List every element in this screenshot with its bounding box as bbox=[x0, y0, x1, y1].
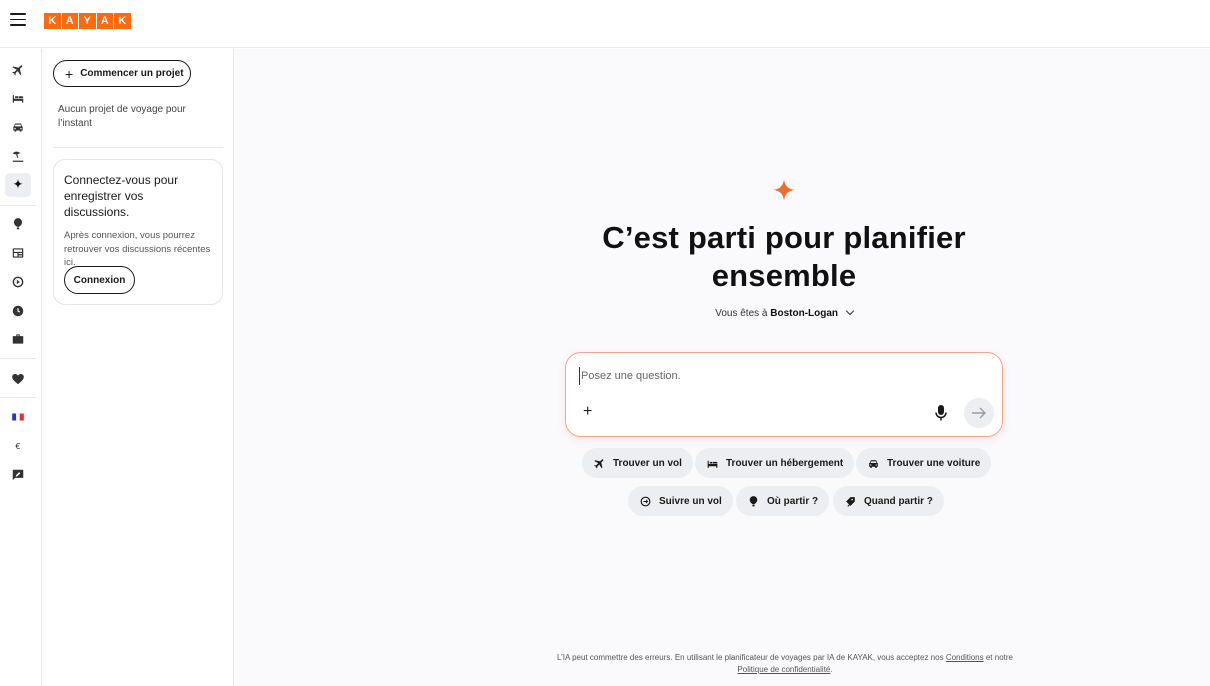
euro-icon: € bbox=[15, 441, 20, 451]
rail-item-feedback[interactable] bbox=[5, 463, 31, 487]
chevron-down-icon bbox=[845, 306, 855, 316]
chip-label: Quand partir ? bbox=[864, 495, 933, 507]
rail-item-best-time[interactable] bbox=[5, 299, 31, 323]
start-project-button[interactable]: + Commencer un projet bbox=[53, 60, 191, 87]
location-selector[interactable]: Vous êtes à Boston-Logan bbox=[535, 306, 1033, 319]
send-button[interactable] bbox=[964, 398, 994, 428]
briefcase-icon bbox=[12, 334, 24, 344]
page-title: C’est parti pour planifier ensemble bbox=[602, 220, 966, 293]
france-flag-icon bbox=[12, 413, 24, 421]
ask-box: + bbox=[565, 352, 1003, 437]
rail-item-cars[interactable] bbox=[5, 115, 31, 139]
chip-find-flight[interactable]: Trouver un vol bbox=[582, 448, 693, 478]
chip-label: Trouver un vol bbox=[613, 457, 682, 469]
chip-label: Trouver une voiture bbox=[887, 457, 981, 469]
chip-label: Suivre un vol bbox=[659, 495, 722, 507]
chip-track-flight[interactable]: Suivre un vol bbox=[628, 486, 733, 516]
logo-letter: A bbox=[96, 13, 113, 29]
top-bar: K A Y A K bbox=[0, 0, 1210, 48]
login-card: Connectez-vous pour enregistrer vos disc… bbox=[53, 159, 223, 305]
login-card-description: Après connexion, vous pourrez retrouver … bbox=[64, 230, 211, 268]
chip-find-car[interactable]: Trouver une voiture bbox=[856, 448, 992, 478]
rail-item-flight-tracker[interactable] bbox=[5, 270, 31, 294]
sparkle-icon bbox=[773, 179, 795, 201]
location-value: Boston-Logan bbox=[770, 308, 839, 319]
logo-letter: A bbox=[61, 13, 78, 29]
heart-icon bbox=[12, 374, 24, 385]
icon-rail: € bbox=[0, 49, 42, 686]
clock-icon bbox=[12, 305, 24, 317]
news-icon bbox=[12, 248, 24, 258]
footer-text: et notre bbox=[985, 653, 1013, 662]
no-project-message: Aucun projet de voyage pour l’instant bbox=[58, 104, 186, 129]
start-project-label: Commencer un projet bbox=[80, 68, 184, 79]
feedback-icon bbox=[12, 469, 24, 481]
rail-item-stays[interactable] bbox=[5, 86, 31, 110]
plane-icon bbox=[12, 65, 23, 76]
ask-input[interactable] bbox=[579, 367, 919, 385]
car-icon bbox=[13, 123, 23, 132]
chip-label: Où partir ? bbox=[767, 495, 819, 507]
rail-item-explore[interactable] bbox=[5, 212, 31, 236]
logo-letter: Y bbox=[79, 13, 96, 29]
rail-divider bbox=[0, 358, 36, 359]
rail-item-language[interactable] bbox=[5, 405, 31, 429]
beach-umbrella-icon bbox=[12, 151, 24, 162]
rail-item-currency[interactable]: € bbox=[5, 434, 31, 458]
login-card-title: Connectez-vous pour enregistrer vos disc… bbox=[64, 173, 179, 219]
chip-where-to-go[interactable]: Où partir ? bbox=[736, 486, 830, 516]
legal-footer: L’IA peut commettre des erreurs. En util… bbox=[555, 652, 1015, 676]
explore-balloon-icon bbox=[13, 218, 23, 230]
rail-divider bbox=[0, 397, 36, 398]
flight-tracker-icon bbox=[640, 496, 651, 506]
kayak-logo[interactable]: K A Y A K bbox=[44, 13, 131, 29]
project-panel: + Commencer un projet Aucun projet de vo… bbox=[42, 49, 234, 686]
privacy-policy-link[interactable]: Politique de confidentialité bbox=[737, 665, 830, 674]
bed-icon bbox=[12, 95, 24, 103]
explore-balloon-icon bbox=[749, 495, 758, 506]
location-prefix: Vous êtes à bbox=[715, 308, 768, 319]
rail-item-ai-planner[interactable] bbox=[5, 173, 31, 197]
logo-letter: K bbox=[114, 13, 131, 29]
flight-tracker-icon bbox=[12, 276, 24, 288]
chip-label: Trouver un hébergement bbox=[726, 457, 844, 469]
calendar-plane-icon bbox=[846, 496, 855, 507]
car-icon bbox=[869, 459, 878, 468]
login-button[interactable]: Connexion bbox=[64, 266, 135, 294]
microphone-icon[interactable] bbox=[934, 404, 948, 422]
main-content: C’est parti pour planifier ensemble Vous… bbox=[235, 49, 1210, 686]
footer-text: L’IA peut commettre des erreurs. En util… bbox=[556, 653, 944, 662]
conditions-link[interactable]: Conditions bbox=[946, 653, 984, 662]
hamburger-menu-icon[interactable] bbox=[10, 13, 26, 29]
plane-icon bbox=[594, 458, 604, 468]
arrow-right-icon bbox=[972, 407, 986, 419]
rail-item-trips[interactable] bbox=[5, 327, 31, 351]
logo-letter: K bbox=[44, 13, 61, 29]
plus-icon: + bbox=[65, 65, 74, 82]
rail-item-flights[interactable] bbox=[5, 58, 31, 82]
chip-when-to-go[interactable]: Quand partir ? bbox=[833, 486, 944, 516]
rail-item-favorites[interactable] bbox=[5, 367, 31, 391]
attach-plus-icon[interactable]: + bbox=[583, 404, 592, 420]
chip-find-stay[interactable]: Trouver un hébergement bbox=[695, 448, 855, 478]
rail-item-news[interactable] bbox=[5, 241, 31, 265]
bed-icon bbox=[707, 460, 718, 468]
sparkle-icon bbox=[13, 179, 23, 189]
footer-text: . bbox=[830, 665, 833, 674]
rail-divider bbox=[0, 205, 36, 206]
panel-divider bbox=[53, 147, 223, 148]
rail-item-packages[interactable] bbox=[5, 144, 31, 168]
svg-text:€: € bbox=[15, 441, 20, 451]
